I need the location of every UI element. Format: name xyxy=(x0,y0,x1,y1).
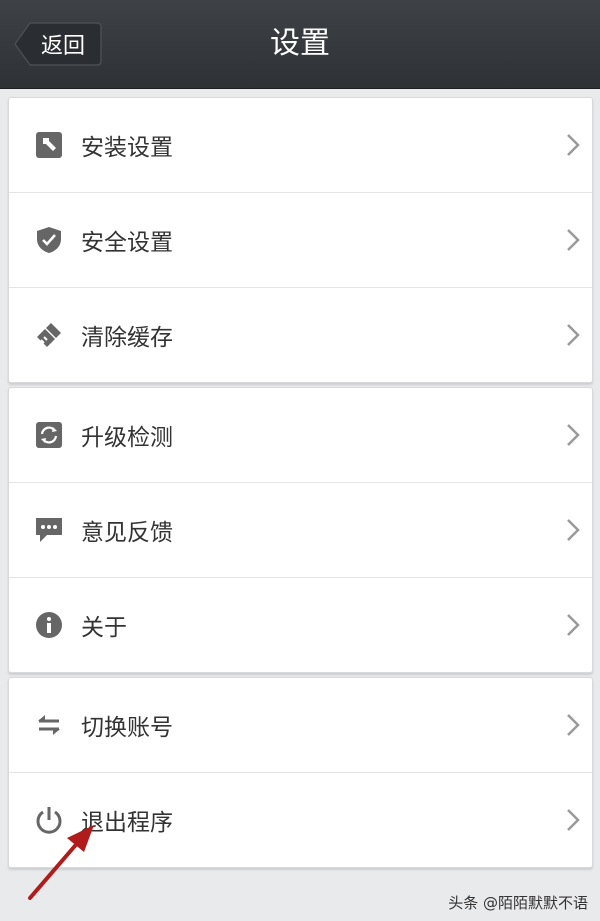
annotation-arrow xyxy=(28,825,94,900)
watermark: 头条 @陌陌默默不语 xyxy=(448,894,588,912)
